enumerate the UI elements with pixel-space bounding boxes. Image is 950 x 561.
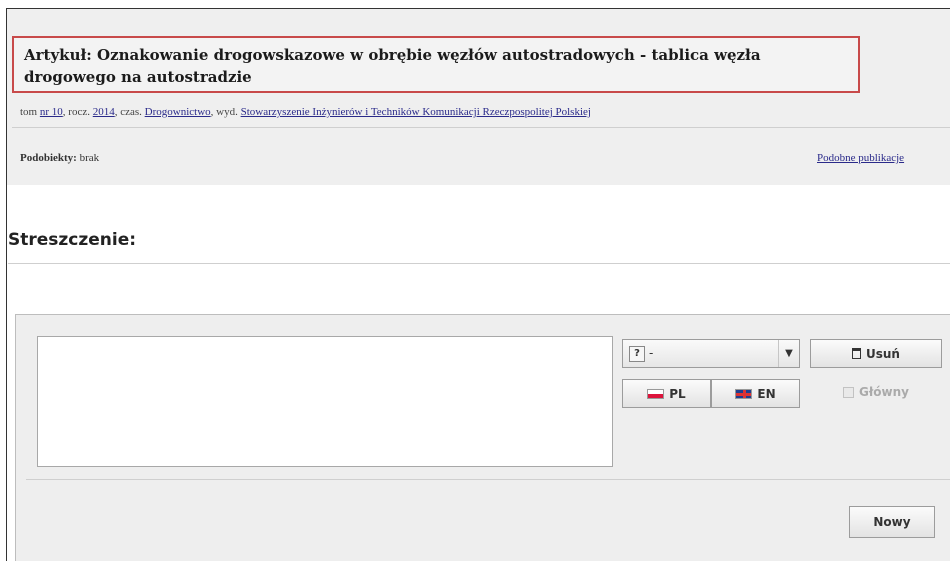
main-checkbox[interactable]: Główny: [810, 379, 942, 405]
delete-button-label: Usuń: [866, 346, 900, 361]
language-en-button[interactable]: EN: [711, 379, 800, 408]
abstract-heading: Streszczenie:: [8, 230, 137, 250]
meta-prefix: tom: [20, 106, 38, 118]
question-icon: ?: [629, 346, 645, 362]
meta-publisher-label: , wyd.: [210, 106, 238, 118]
year-link[interactable]: 2014: [93, 106, 115, 118]
meta-year-label: , rocz.: [62, 106, 90, 118]
subobjects-row: Podobiekty: brak: [20, 152, 99, 164]
chevron-down-icon[interactable]: ▼: [778, 340, 799, 367]
editor-divider: [26, 479, 950, 480]
header-divider: [12, 127, 950, 128]
subobjects-value: brak: [79, 152, 100, 164]
poland-flag-icon: [647, 388, 665, 399]
article-title-line1: Artykuł: Oznakowanie drogowskazowe w obr…: [24, 46, 761, 64]
language-select-value: -: [649, 346, 654, 360]
language-en-label: EN: [757, 386, 776, 401]
trash-icon: [852, 348, 861, 359]
main-checkbox-box[interactable]: [843, 386, 854, 398]
volume-link[interactable]: nr 10: [40, 106, 63, 118]
delete-button[interactable]: Usuń: [810, 339, 942, 368]
abstract-text-field[interactable]: [37, 336, 613, 467]
page-frame: Artykuł: Oznakowanie drogowskazowe w obr…: [0, 0, 950, 561]
similar-publications-link[interactable]: Podobne publikacje: [817, 152, 904, 164]
article-title: Artykuł: Oznakowanie drogowskazowe w obr…: [12, 36, 860, 93]
article-title-line2: drogowego na autostradzie: [24, 68, 252, 86]
subobjects-label: Podobiekty:: [20, 152, 77, 164]
language-pl-label: PL: [669, 386, 686, 401]
new-button[interactable]: Nowy: [849, 506, 935, 538]
language-pl-button[interactable]: PL: [622, 379, 711, 408]
abstract-heading-divider: [8, 263, 950, 264]
article-meta: tom nr 10, rocz. 2014, czas. Drogownictw…: [20, 106, 945, 118]
new-button-label: Nowy: [873, 515, 911, 529]
language-select[interactable]: ? - ▼: [622, 339, 800, 368]
uk-flag-icon: [735, 388, 753, 399]
journal-link[interactable]: Drogownictwo: [145, 106, 211, 118]
meta-journal-label: , czas.: [114, 106, 142, 118]
publisher-link[interactable]: Stowarzyszenie Inżynierów i Techników Ko…: [241, 106, 591, 118]
main-checkbox-label: Główny: [859, 385, 909, 399]
